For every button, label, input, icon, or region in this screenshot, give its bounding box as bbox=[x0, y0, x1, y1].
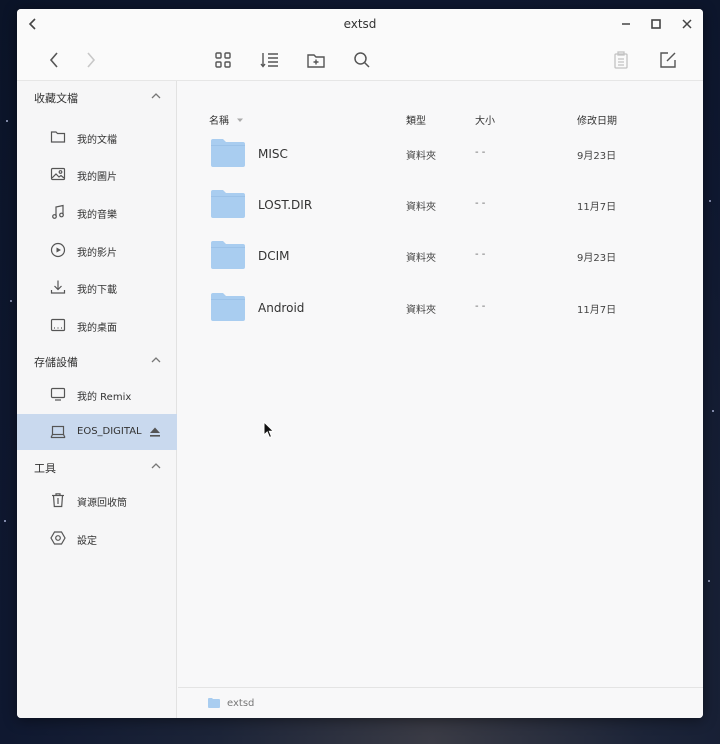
file-type: 資料夾 bbox=[406, 253, 436, 264]
section-title: 收藏文檔 bbox=[34, 92, 78, 105]
file-date: 9月23日 bbox=[577, 151, 617, 162]
column-header-name[interactable]: 名稱 bbox=[209, 112, 244, 127]
file-type: 資料夾 bbox=[406, 305, 436, 316]
folder-icon bbox=[50, 131, 66, 143]
sort-down-icon bbox=[237, 118, 244, 122]
section-header-storage[interactable]: 存儲設備 bbox=[17, 348, 177, 372]
sidebar-item-label: 我的文檔 bbox=[77, 135, 117, 146]
trash-icon bbox=[52, 493, 64, 508]
file-manager-window: extsd 收藏文檔 我的文檔 我的圖片 我的音樂 我的影片 我的下載 我的桌面… bbox=[17, 9, 703, 718]
chevron-up-icon[interactable] bbox=[149, 353, 163, 367]
sidebar-item-videos[interactable]: 我的影片 bbox=[17, 232, 177, 268]
file-name: DCIM bbox=[258, 249, 290, 263]
toolbar bbox=[17, 39, 703, 81]
minimize-icon[interactable] bbox=[617, 15, 635, 33]
chevron-up-icon[interactable] bbox=[149, 459, 163, 473]
column-header-type[interactable]: 類型 bbox=[406, 112, 426, 127]
file-name: MISC bbox=[258, 147, 288, 161]
title-bar: extsd bbox=[17, 9, 703, 39]
close-icon[interactable] bbox=[678, 15, 696, 33]
file-size: - - bbox=[475, 301, 486, 312]
folder-small-icon bbox=[208, 698, 220, 708]
back-arrow-icon[interactable] bbox=[42, 48, 66, 72]
folder-icon bbox=[211, 139, 245, 167]
eject-icon[interactable] bbox=[148, 425, 162, 439]
window-title: extsd bbox=[343, 17, 377, 31]
sidebar-item-remix[interactable]: 我的 Remix bbox=[17, 376, 177, 412]
sidebar-item-trash[interactable]: 資源回收筒 bbox=[17, 482, 177, 518]
file-size: - - bbox=[475, 147, 486, 158]
sidebar: 收藏文檔 我的文檔 我的圖片 我的音樂 我的影片 我的下載 我的桌面 存儲設備 … bbox=[17, 81, 177, 718]
sidebar-item-label: EOS_DIGITAL bbox=[77, 426, 142, 437]
search-icon[interactable] bbox=[350, 48, 374, 72]
sidebar-item-downloads[interactable]: 我的下載 bbox=[17, 269, 177, 305]
sidebar-item-label: 我的下載 bbox=[77, 285, 117, 296]
forward-arrow-icon[interactable] bbox=[79, 48, 103, 72]
section-title: 存儲設備 bbox=[34, 356, 78, 369]
sidebar-item-pictures[interactable]: 我的圖片 bbox=[17, 156, 177, 192]
music-note-icon bbox=[52, 204, 64, 219]
section-header-favorites[interactable]: 收藏文檔 bbox=[17, 84, 177, 108]
file-type: 資料夾 bbox=[406, 151, 436, 162]
file-row-dcim[interactable]: DCIM 資料夾 - - 9月23日 bbox=[178, 234, 703, 278]
desktop-icon bbox=[50, 318, 66, 332]
file-row-misc[interactable]: MISC 資料夾 - - 9月23日 bbox=[178, 132, 703, 176]
sidebar-item-label: 我的桌面 bbox=[77, 323, 117, 334]
file-list: 名稱 類型 大小 修改日期 MISC 資料夾 - - 9月23日 LOST.DI… bbox=[178, 81, 703, 687]
new-folder-icon[interactable] bbox=[304, 48, 328, 72]
file-date: 9月23日 bbox=[577, 253, 617, 264]
sidebar-item-eos-digital[interactable]: EOS_DIGITAL bbox=[17, 414, 177, 450]
maximize-icon[interactable] bbox=[647, 15, 665, 33]
sidebar-item-label: 資源回收筒 bbox=[77, 498, 127, 509]
file-name: LOST.DIR bbox=[258, 198, 313, 212]
file-name: Android bbox=[258, 301, 305, 315]
sidebar-item-music[interactable]: 我的音樂 bbox=[17, 194, 177, 230]
monitor-icon bbox=[50, 387, 66, 401]
sidebar-item-label: 設定 bbox=[77, 536, 97, 547]
column-name-label: 名稱 bbox=[209, 116, 229, 127]
folder-icon bbox=[211, 190, 245, 218]
column-header-size[interactable]: 大小 bbox=[475, 112, 495, 127]
edit-icon[interactable] bbox=[656, 48, 680, 72]
status-bar: extsd bbox=[178, 687, 703, 718]
sidebar-item-desktop[interactable]: 我的桌面 bbox=[17, 307, 177, 343]
grid-view-icon[interactable] bbox=[211, 48, 235, 72]
sidebar-item-settings[interactable]: 設定 bbox=[17, 520, 177, 556]
folder-icon bbox=[211, 241, 245, 269]
drive-icon bbox=[50, 425, 66, 439]
chevron-up-icon[interactable] bbox=[149, 89, 163, 103]
section-header-tools[interactable]: 工具 bbox=[17, 454, 177, 478]
sidebar-item-label: 我的 Remix bbox=[77, 392, 132, 403]
list-view-icon[interactable] bbox=[258, 48, 282, 72]
file-date: 11月7日 bbox=[577, 305, 617, 316]
column-header-modified[interactable]: 修改日期 bbox=[577, 112, 617, 127]
download-icon bbox=[50, 280, 66, 294]
settings-icon bbox=[50, 531, 66, 545]
file-row-lost-dir[interactable]: LOST.DIR 資料夾 - - 11月7日 bbox=[178, 183, 703, 227]
mouse-cursor-icon bbox=[263, 421, 275, 439]
sidebar-item-label: 我的影片 bbox=[77, 248, 117, 259]
sidebar-item-label: 我的圖片 bbox=[77, 172, 117, 183]
section-title: 工具 bbox=[34, 462, 56, 475]
sidebar-item-documents[interactable]: 我的文檔 bbox=[17, 119, 177, 155]
play-circle-icon bbox=[50, 242, 66, 258]
file-row-android[interactable]: Android 資料夾 - - 11月7日 bbox=[178, 286, 703, 330]
folder-icon bbox=[211, 293, 245, 321]
file-date: 11月7日 bbox=[577, 202, 617, 213]
sidebar-item-label: 我的音樂 bbox=[77, 210, 117, 221]
current-path: extsd bbox=[227, 698, 255, 709]
file-size: - - bbox=[475, 198, 486, 209]
clipboard-icon[interactable] bbox=[609, 48, 633, 72]
file-size: - - bbox=[475, 249, 486, 260]
file-type: 資料夾 bbox=[406, 202, 436, 213]
image-icon bbox=[50, 167, 66, 181]
